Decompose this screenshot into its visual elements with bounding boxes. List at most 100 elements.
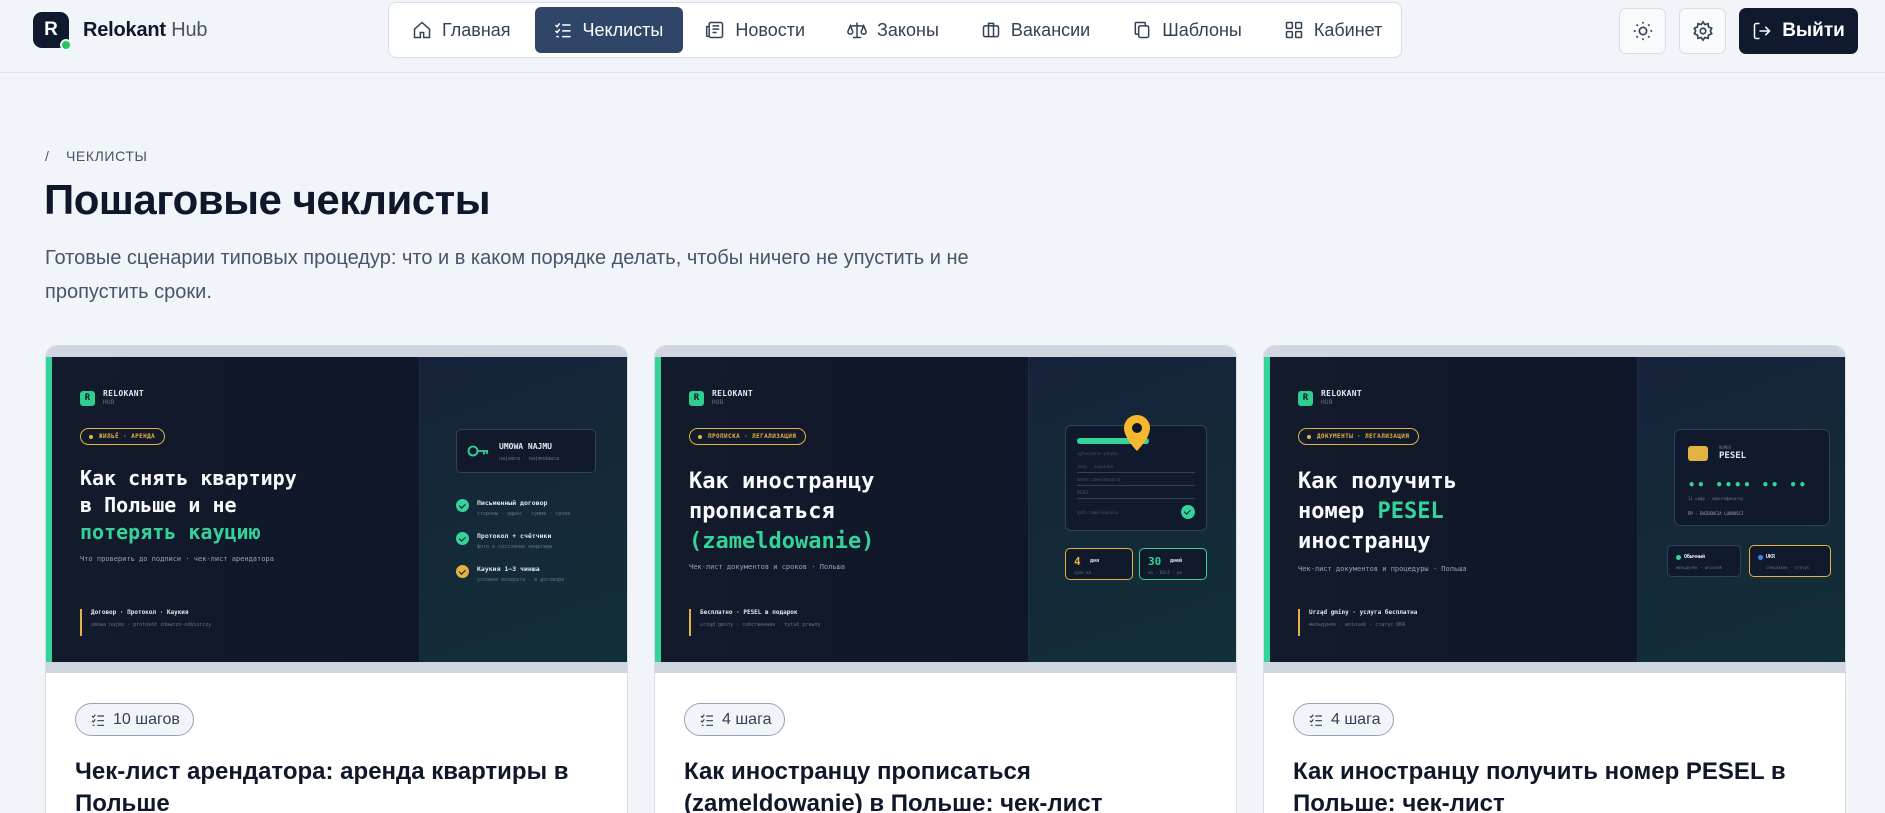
nav-item-label: Шаблоны <box>1162 19 1242 40</box>
deadline-stat: 30 дней на · EU/Z · на <box>1139 548 1207 580</box>
tag-dot <box>1307 434 1311 439</box>
nav-item-label: Чеклисты <box>582 19 664 40</box>
key-icon <box>467 445 488 457</box>
cover-brand-name: RELOKANT HUB <box>712 389 753 406</box>
check-circle-icon <box>1181 505 1195 519</box>
card-cover-image[interactable]: R RELOKANT HUB ЖИЛЬЁ · АРЕНДА Как снять к… <box>46 346 627 673</box>
theme-toggle-button[interactable] <box>1619 8 1666 54</box>
pesel-option-regular: Обычный мельдунек · wniosek <box>1667 545 1741 577</box>
nav-item-label: Законы <box>877 19 939 40</box>
card-chip-icon <box>1688 446 1708 461</box>
check-circle-icon <box>456 499 469 512</box>
brand-name-main: Relokant <box>83 18 166 41</box>
location-pin-icon <box>1124 415 1150 451</box>
briefcase-icon <box>982 22 1000 38</box>
checklist-icon <box>1309 713 1322 726</box>
check-circle-icon <box>456 565 469 578</box>
cover-title: Как получить номер PESEL иностранцу <box>1298 469 1457 554</box>
checklist-card-pesel[interactable]: R RELOKANT HUB ДОКУМЕНТЫ · ЛЕГАЛИЗАЦИЯ Ка… <box>1263 345 1846 813</box>
page-lead: Готовые сценарии типовых процедур: что и… <box>45 247 969 303</box>
logout-button[interactable]: Выйти <box>1739 8 1858 54</box>
brand-logo[interactable]: R Relokant Hub <box>33 12 208 51</box>
settings-button[interactable] <box>1679 8 1726 54</box>
checklist-icon <box>91 713 104 726</box>
cover-brand: R RELOKANT HUB <box>1298 389 1362 407</box>
breadcrumb: / ЧЕКЛИСТЫ <box>45 148 147 164</box>
cover-panel: R RELOKANT HUB ПРОПИСКА · ЛЕГАЛИЗАЦИЯ Как… <box>655 357 1236 662</box>
steps-count: 10 шагов <box>113 710 180 728</box>
checklist-icon <box>700 713 713 726</box>
checklist-icon <box>554 22 571 38</box>
cover-footer: Бесплатно · PESEL в подарок urząd gminy … <box>689 609 820 636</box>
cover-subtitle: Чек-лист документов и сроков · Польша <box>689 563 845 571</box>
flag-icon <box>1758 555 1763 560</box>
logo-letter: R <box>44 19 58 40</box>
nav-item-news[interactable]: Новости <box>687 7 825 53</box>
card-title[interactable]: Как иностранцу получить номер PESEL в По… <box>1293 756 1823 813</box>
cover-subtitle: Что проверить до подписи · чек-лист арен… <box>80 555 274 563</box>
steps-badge: 10 шагов <box>75 703 194 736</box>
nav-item-cabinet[interactable]: Кабинет <box>1266 7 1402 53</box>
card-cover-image[interactable]: R RELOKANT HUB ПРОПИСКА · ЛЕГАЛИЗАЦИЯ Как… <box>655 346 1236 673</box>
contract-document: UMOWA NAJMU najemca · najmodawca <box>456 429 596 473</box>
copy-icon <box>1134 21 1150 39</box>
main-nav: Главная Чеклисты Новости Законы Вакансии… <box>388 2 1402 58</box>
cover-logo-mark: R <box>80 390 95 406</box>
breadcrumb-current[interactable]: ЧЕКЛИСТЫ <box>66 148 147 164</box>
cover-check-item: Протокол + счётчики фото и состояние квар… <box>456 532 552 550</box>
nav-item-label: Кабинет <box>1313 19 1383 40</box>
tag-dot <box>89 434 93 439</box>
pesel-id-card: NUMER PESEL •• •••• •• •• 11 цифр · иден… <box>1674 429 1830 526</box>
cover-check-item: Каукия 1–3 чинша условия возврата · в дог… <box>456 565 564 583</box>
cover-brand-name: RELOKANT HUB <box>103 389 144 406</box>
cover-title: Как иностранцу прописаться (zameldowanie) <box>689 469 875 554</box>
cover-panel: R RELOKANT HUB ДОКУМЕНТЫ · ЛЕГАЛИЗАЦИЯ Ка… <box>1264 357 1845 662</box>
steps-count: 4 шага <box>722 710 772 728</box>
nav-item-laws[interactable]: Законы <box>829 7 959 53</box>
steps-count: 4 шага <box>1331 710 1381 728</box>
steps-badge: 4 шага <box>1293 703 1395 736</box>
nav-item-templates[interactable]: Шаблоны <box>1114 7 1262 53</box>
cover-check-item: Письменный договор стороны · адрес · сумм… <box>456 499 570 517</box>
cover-title: Как снять квартиру в Польше и не потерять… <box>80 466 297 544</box>
cover-logo-mark: R <box>689 390 704 406</box>
logout-icon <box>1753 22 1771 40</box>
nav-item-label: Главная <box>442 19 511 40</box>
top-header: R Relokant Hub Главная Чеклисты Новости … <box>0 0 1885 73</box>
cover-footer: Urząd gminy · услуга бесплатна мельдунек… <box>1298 609 1417 636</box>
grid-icon <box>1285 21 1303 39</box>
sun-icon <box>1633 21 1652 41</box>
nav-item-home[interactable]: Главная <box>394 7 531 53</box>
news-icon <box>706 21 724 39</box>
card-cover-image[interactable]: R RELOKANT HUB ДОКУМЕНТЫ · ЛЕГАЛИЗАЦИЯ Ка… <box>1264 346 1845 673</box>
cover-right-panel: NUMER PESEL •• •••• •• •• 11 цифр · иден… <box>1637 357 1845 662</box>
breadcrumb-separator: / <box>45 148 50 164</box>
cover-right-panel: UMOWA NAJMU najemca · najmodawca Письмен… <box>419 357 627 662</box>
checklist-card-rental[interactable]: R RELOKANT HUB ЖИЛЬЁ · АРЕНДА Как снять к… <box>45 345 628 813</box>
gear-icon <box>1692 20 1713 42</box>
page-title: Пошаговые чеклисты <box>44 176 491 223</box>
card-title[interactable]: Как иностранцу прописаться (zameldowanie… <box>684 756 1214 813</box>
checklist-card-zameldowanie[interactable]: R RELOKANT HUB ПРОПИСКА · ЛЕГАЛИЗАЦИЯ Как… <box>654 345 1237 813</box>
nav-item-checklists[interactable]: Чеклисты <box>534 7 684 53</box>
brand-name: Relokant Hub <box>83 18 208 42</box>
cover-tag: ПРОПИСКА · ЛЕГАЛИЗАЦИЯ <box>689 428 807 445</box>
nav-item-label: Новости <box>735 19 806 40</box>
cover-brand: R RELOKANT HUB <box>80 389 144 407</box>
scale-icon <box>847 22 867 39</box>
pesel-option-ukr: UKR спецзакон · статус <box>1749 545 1831 577</box>
tag-dot <box>698 434 702 439</box>
check-circle-icon <box>456 532 469 545</box>
nav-item-jobs[interactable]: Вакансии <box>963 7 1110 53</box>
cover-logo-mark: R <box>1298 390 1313 406</box>
nav-item-label: Вакансии <box>1010 19 1091 40</box>
cover-right-panel: zgłoszenie pobytu imię · nazwisko adres … <box>1028 357 1236 662</box>
brand-name-suffix: Hub <box>171 18 208 41</box>
online-status-dot <box>60 39 72 51</box>
card-title[interactable]: Чек-лист арендатора: аренда квартиры в П… <box>75 756 605 813</box>
cover-footer: Договор · Протокол · Каукия umowa najmu … <box>80 609 211 636</box>
cover-panel: R RELOKANT HUB ЖИЛЬЁ · АРЕНДА Как снять к… <box>46 357 627 662</box>
cover-tag: ДОКУМЕНТЫ · ЛЕГАЛИЗАЦИЯ <box>1298 428 1420 445</box>
logout-label: Выйти <box>1782 20 1845 41</box>
steps-badge: 4 шага <box>684 703 786 736</box>
